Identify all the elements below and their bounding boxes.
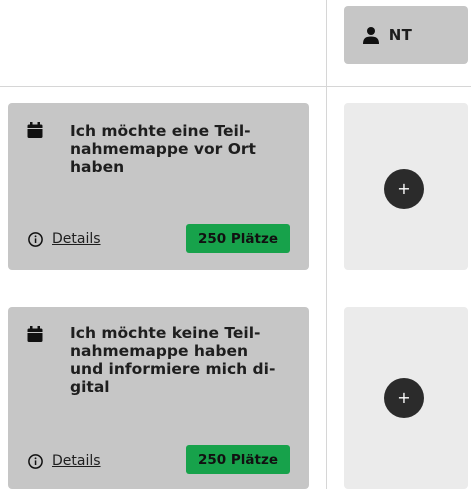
column-divider [326, 0, 327, 489]
calendar-icon [27, 326, 43, 342]
plus-icon: + [397, 388, 411, 407]
header-divider [0, 86, 471, 87]
option-card: Ich möchte eine Teil- nahmemappe vor Ort… [8, 103, 309, 270]
option-card: Ich möchte keine Teil- nahmemappe haben … [8, 307, 309, 489]
info-icon [28, 231, 43, 247]
user-chip[interactable]: NT [344, 6, 468, 64]
details-label[interactable]: Details [52, 453, 101, 469]
user-icon [362, 27, 379, 44]
details-label[interactable]: Details [52, 231, 101, 247]
add-button[interactable]: + [384, 378, 424, 418]
seats-badge: 250 Plätze [186, 224, 290, 253]
option-title: Ich möchte keine Teil- nahmemappe haben … [70, 324, 276, 396]
booking-slot: + [344, 103, 468, 270]
calendar-icon [27, 122, 43, 138]
add-button[interactable]: + [384, 169, 424, 209]
option-title: Ich möchte eine Teil- nahmemappe vor Ort… [70, 122, 256, 176]
details-link[interactable]: Details [28, 231, 101, 247]
info-icon [28, 453, 43, 469]
seats-badge: 250 Plätze [186, 445, 290, 474]
plus-icon: + [397, 179, 411, 198]
details-link[interactable]: Details [28, 453, 101, 469]
user-initials: NT [388, 26, 413, 44]
booking-slot: + [344, 307, 468, 489]
